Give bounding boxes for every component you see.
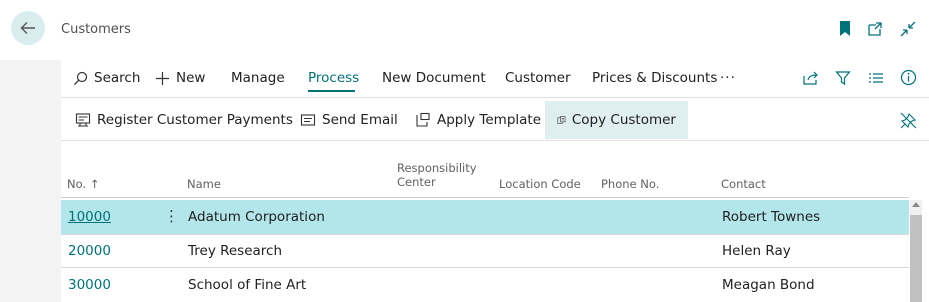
action-divider <box>61 140 929 141</box>
more-options-button[interactable]: ··· <box>720 70 736 86</box>
row-name: School of Fine Art <box>188 277 307 293</box>
arrow-left-icon <box>20 22 35 34</box>
back-button[interactable] <box>11 11 45 45</box>
apply-template-icon <box>416 112 430 127</box>
copy-customer-button[interactable]: Copy Customer <box>545 101 688 139</box>
scrollbar-thumb[interactable] <box>910 215 922 302</box>
page-title: Customers <box>61 22 131 37</box>
row-name: Trey Research <box>188 243 283 259</box>
share-button[interactable] <box>802 70 819 86</box>
menu-divider <box>61 97 929 98</box>
row-menu-button[interactable]: ⋮ <box>164 206 179 226</box>
tab-process[interactable]: Process <box>308 70 359 86</box>
table-row[interactable]: 10000 ⋮ Adatum Corporation Robert Townes <box>61 200 909 234</box>
tab-process-label: Process <box>308 70 360 86</box>
column-header-no[interactable]: No. ↑ <box>67 177 99 191</box>
send-email-label: Send Email <box>322 112 398 128</box>
row-no-link[interactable]: 10000 <box>68 209 111 225</box>
collapse-icon <box>900 21 916 37</box>
list-view-button[interactable] <box>868 71 884 85</box>
open-in-new-window-icon <box>868 22 882 36</box>
apply-template-label: Apply Template <box>437 112 542 128</box>
bookmark-button[interactable] <box>838 20 854 38</box>
column-header-responsibility-line2: Center <box>397 175 436 189</box>
bookmark-icon <box>840 21 850 36</box>
row-contact: Helen Ray <box>722 243 791 259</box>
tab-prices-discounts-label: Prices & Discounts <box>592 70 718 86</box>
column-header-location-code[interactable]: Location Code <box>499 177 581 191</box>
search-icon <box>74 71 88 85</box>
register-customer-payments-button[interactable]: Register Customer Payments <box>63 101 305 139</box>
column-header-contact[interactable]: Contact <box>721 177 766 191</box>
row-no-link[interactable]: 20000 <box>68 243 111 259</box>
search-button[interactable]: Search <box>73 70 140 86</box>
tab-customer-label: Customer <box>505 70 571 86</box>
info-button[interactable] <box>900 69 917 86</box>
register-payments-label: Register Customer Payments <box>97 112 293 128</box>
more-options-label: ··· <box>720 70 736 86</box>
copy-customer-label: Copy Customer <box>571 112 676 128</box>
tab-new-document[interactable]: New Document <box>382 70 486 86</box>
column-header-name[interactable]: Name <box>187 177 221 191</box>
tab-manage[interactable]: Manage <box>231 70 285 86</box>
page-header <box>0 0 929 60</box>
tab-customer[interactable]: Customer <box>505 70 571 86</box>
register-payments-icon <box>75 113 91 127</box>
table-row[interactable]: 20000 Trey Research Helen Ray <box>61 234 909 268</box>
unpin-icon <box>900 112 917 129</box>
open-new-window-button[interactable] <box>866 20 882 38</box>
list-view-icon <box>869 73 883 83</box>
search-label: Search <box>94 70 141 86</box>
tab-prices-discounts[interactable]: Prices & Discounts <box>592 70 717 86</box>
send-email-button[interactable]: Send Email <box>288 101 410 139</box>
new-label: New <box>176 70 206 86</box>
row-no-link[interactable]: 30000 <box>68 277 111 293</box>
row-contact: Meagan Bond <box>722 277 815 293</box>
active-tab-indicator <box>308 90 355 92</box>
apply-template-button[interactable]: Apply Template <box>403 101 553 139</box>
email-icon <box>300 114 316 126</box>
collapse-button[interactable] <box>899 20 916 38</box>
tab-new-document-label: New Document <box>382 70 486 86</box>
share-icon <box>803 71 818 85</box>
table-row[interactable]: 30000 School of Fine Art Meagan Bond <box>61 268 909 302</box>
column-header-phone-no[interactable]: Phone No. <box>601 177 659 191</box>
row-name: Adatum Corporation <box>188 209 325 225</box>
new-button[interactable]: New <box>155 70 205 86</box>
column-header-responsibility-center[interactable]: Responsibility Center <box>397 161 477 189</box>
info-icon <box>900 69 917 86</box>
tab-manage-label: Manage <box>231 70 285 86</box>
scroll-up-arrow-icon[interactable] <box>912 202 920 207</box>
unpin-actions-button[interactable] <box>900 112 917 129</box>
column-header-responsibility-line1: Responsibility <box>397 161 477 175</box>
header-divider <box>61 197 909 198</box>
filter-icon <box>835 71 851 86</box>
copy-customer-icon <box>557 116 566 124</box>
row-contact: Robert Townes <box>722 209 821 225</box>
filter-button[interactable] <box>835 70 851 86</box>
plus-icon <box>156 71 169 85</box>
